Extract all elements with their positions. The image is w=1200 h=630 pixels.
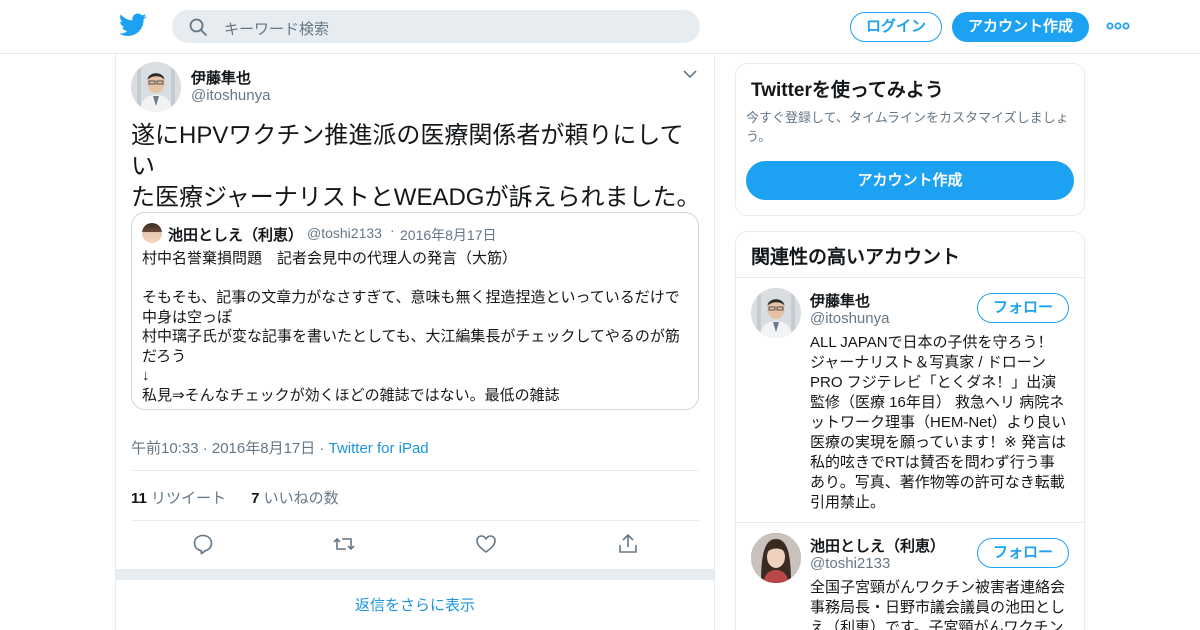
share-icon[interactable] [616, 532, 640, 556]
show-more-replies-link[interactable]: 返信をさらに表示 [116, 594, 714, 615]
twitter-bird-icon[interactable] [119, 13, 147, 37]
bio-line: 監修（医療 16年目） 救急ヘリ 病院ネ [810, 394, 1065, 411]
account-avatar[interactable] [751, 288, 801, 338]
tweet-text-line: た医療ジャーナリストとWEADGが訴えられました。 [131, 184, 701, 211]
account-name[interactable]: 池田としえ（利恵） [810, 535, 945, 556]
bio-line: え（利恵）です。子宮頸がんワクチン [810, 619, 1064, 630]
bio-line: ジャーナリスト＆写真家 / ドローン [810, 354, 1047, 371]
search-bar[interactable]: キーワード検索 [172, 10, 700, 43]
person-photo-icon [751, 288, 801, 338]
quoted-text-line: 中身は空っぽ [142, 308, 233, 326]
meta-separator: · [319, 440, 325, 457]
tweet-metadata: 午前10:33 · 2016年8月17日 · Twitter for iPad [131, 437, 429, 458]
account-handle[interactable]: @itoshunya [810, 310, 889, 327]
bio-line: 引用禁止。 [810, 494, 886, 511]
person-photo-icon [131, 62, 181, 112]
quoted-author-name: 池田としえ（利恵） [168, 227, 304, 244]
bio-line: PRO フジテレビ「とくダネ！」出演 [810, 374, 1057, 391]
chevron-down-icon[interactable] [682, 68, 698, 80]
retweet-label: リツイート [151, 490, 227, 507]
signup-button[interactable]: アカウント作成 [952, 12, 1089, 42]
tweet-actions [116, 532, 716, 558]
quoted-text-line: 村中璃子氏が変な記事を書いたとしても、大江編集長がチェックしてやるのが筋 [142, 328, 680, 345]
divider [131, 520, 699, 521]
quoted-text: 村中名誉棄損問題 記者会見中の代理人の発言（大筋） そもそも、記事の文章力がなさ… [142, 249, 692, 405]
more-dots-icon[interactable] [1106, 19, 1130, 33]
tweet-source-link[interactable]: Twitter for iPad [329, 440, 429, 457]
section-separator [116, 569, 714, 580]
retweet-stat[interactable]: 11 リツイート [131, 490, 226, 507]
quoted-tweet[interactable]: 池田としえ（利恵） @toshi2133 · 2016年8月17日 村中名誉棄損… [131, 212, 699, 410]
tweet-text: 遂にHPVワクチン推進派の医療関係者が頼りにしてい た医療ジャーナリストとWEA… [131, 120, 706, 213]
quoted-date: 2016年8月17日 [400, 227, 497, 243]
quoted-text-line [142, 269, 692, 289]
bio-line: 私的呟きでRTは賛否を問わず行う事 [810, 454, 1055, 471]
divider [131, 470, 699, 471]
like-label: いいねの数 [263, 490, 339, 507]
divider [736, 522, 1084, 523]
search-icon [189, 18, 207, 36]
related-accounts-title: 関連性の高いアカウント [751, 247, 961, 268]
author-handle[interactable]: @itoshunya [191, 87, 270, 104]
related-accounts-card: 関連性の高いアカウント 伊藤隼也 @itoshunya フォロー ALL JAP… [735, 231, 1085, 630]
search-input-placeholder[interactable]: キーワード検索 [224, 18, 329, 39]
like-stat[interactable]: 7 いいねの数 [251, 490, 339, 507]
divider [736, 277, 1084, 278]
signup-card-button[interactable]: アカウント作成 [746, 161, 1074, 200]
bio-line: ALL JAPANで日本の子供を守ろう！ [810, 334, 1053, 351]
bio-line: 事務局長・日野市議会議員の池田とし [810, 599, 1066, 616]
reply-icon[interactable] [191, 532, 215, 556]
quoted-text-line: だろう [142, 347, 187, 365]
quoted-text-line: そもそも、記事の文章力がなさすぎて、意味も無く捏造捏造といっているだけで [142, 289, 680, 306]
signup-card-title: Twitterを使ってみよう [751, 80, 944, 101]
bio-line: ットワーク理事（HEM-Net）より良い [810, 414, 1067, 431]
signup-card-subtitle: 今すぐ登録して、タイムラインをカスタマイズしましょう。 [746, 110, 1069, 144]
retweet-icon[interactable] [332, 532, 356, 556]
person-photo-icon [751, 533, 801, 583]
author-name[interactable]: 伊藤隼也 [191, 67, 251, 88]
like-icon[interactable] [474, 532, 498, 556]
like-count: 7 [251, 490, 260, 507]
account-name[interactable]: 伊藤隼也 [810, 290, 870, 311]
tweet-stats: 11 リツイート 7 いいねの数 [131, 487, 339, 508]
account-handle[interactable]: @toshi2133 [810, 555, 890, 572]
bio-line: あり。写真、著作物等の許可なき転載 [810, 474, 1065, 491]
quoted-text-line: 私見⇒そんなチェックが効くほどの雑誌ではない。最低の雑誌 [142, 386, 560, 404]
quoted-text-line: 村中名誉棄損問題 記者会見中の代理人の発言（大筋） [142, 250, 518, 267]
tweet-text-line: 遂にHPVワクチン推進派の医療関係者が頼りにしてい [131, 122, 684, 180]
account-bio: ALL JAPANで日本の子供を守ろう！ ジャーナリスト＆写真家 / ドローン … [810, 333, 1072, 513]
tweet-timestamp[interactable]: 午前10:33 · 2016年8月17日 [131, 440, 315, 457]
retweet-count: 11 [131, 490, 147, 507]
follow-button[interactable]: フォロー [977, 538, 1069, 568]
quoted-author-handle: @toshi2133 [307, 225, 382, 241]
quoted-separator: · [390, 222, 395, 238]
follow-button[interactable]: フォロー [977, 293, 1069, 323]
account-avatar[interactable] [751, 533, 801, 583]
author-avatar[interactable] [131, 62, 181, 112]
account-bio: 全国子宮頸がんワクチン被害者連絡会 事務局長・日野市議会議員の池田とし え（利恵… [810, 578, 1072, 630]
quoted-author-avatar [142, 223, 162, 243]
quoted-text-line: ↓ [142, 367, 150, 384]
signup-card: Twitterを使ってみよう 今すぐ登録して、タイムラインをカスタマイズしましょ… [735, 63, 1085, 216]
top-navigation-bar: キーワード検索 ログイン アカウント作成 [0, 0, 1200, 54]
bio-line: 全国子宮頸がんワクチン被害者連絡会 [810, 579, 1066, 596]
tweet-column: 伊藤隼也 @itoshunya 遂にHPVワクチン推進派の医療関係者が頼りにして… [115, 54, 715, 630]
login-button[interactable]: ログイン [850, 12, 942, 42]
bio-line: 医療の実現を願っています！※ 発言は [810, 434, 1066, 451]
